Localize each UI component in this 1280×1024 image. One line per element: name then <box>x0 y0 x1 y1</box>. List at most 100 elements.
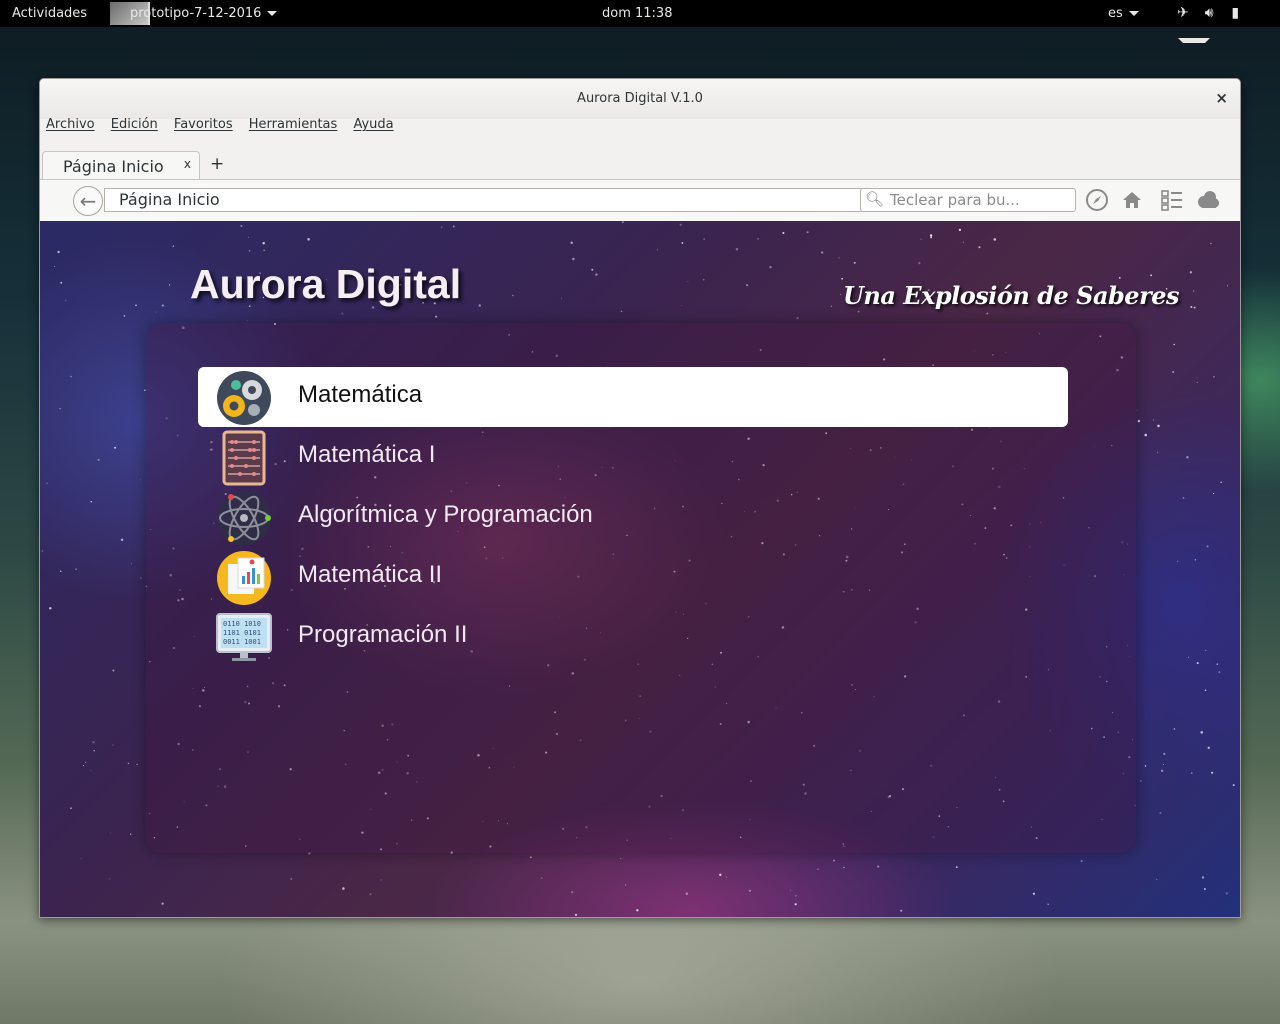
star <box>918 261 921 265</box>
star <box>1206 545 1209 548</box>
star <box>625 884 627 886</box>
star <box>843 866 845 869</box>
course-label: Matemática I <box>298 441 436 468</box>
clock[interactable]: dom 11:38 <box>602 0 672 27</box>
star <box>681 242 684 244</box>
star <box>541 877 543 879</box>
star <box>656 249 658 251</box>
menu-favoritos[interactable]: Favoritos <box>174 117 233 132</box>
star <box>1218 671 1221 674</box>
star <box>929 234 933 237</box>
star <box>135 304 137 307</box>
star <box>112 744 114 746</box>
star <box>1182 497 1185 499</box>
star <box>769 265 772 269</box>
star <box>127 762 130 765</box>
star <box>262 241 265 245</box>
star <box>1033 888 1035 890</box>
close-window-button[interactable]: × <box>1215 89 1228 107</box>
course-item-programacion-ii[interactable]: 0110 1010 1101 0101 0011 1001 Programaci… <box>198 607 1068 667</box>
star <box>620 858 622 860</box>
star <box>1216 663 1219 666</box>
star <box>920 238 922 241</box>
star <box>978 246 981 249</box>
star <box>1220 481 1222 483</box>
report-chart-icon <box>216 550 272 606</box>
atom-icon <box>216 490 272 546</box>
star <box>65 300 67 302</box>
menu-edicion[interactable]: Edición <box>111 117 158 132</box>
star <box>1187 656 1189 658</box>
course-item-matematica[interactable]: Matemática <box>198 367 1068 427</box>
star <box>1152 419 1155 421</box>
star <box>1157 451 1159 453</box>
star <box>1196 382 1198 383</box>
star <box>247 236 249 238</box>
star <box>1205 649 1207 651</box>
star <box>120 538 124 541</box>
chevron-down-icon <box>267 11 278 16</box>
star <box>60 281 63 284</box>
language-selector[interactable]: es <box>1108 0 1139 27</box>
course-item-matematica-ii[interactable]: Matemática II <box>198 547 1068 607</box>
star <box>342 887 345 890</box>
star <box>512 294 514 297</box>
star <box>620 310 623 313</box>
address-bar[interactable]: Página Inicio <box>104 188 864 212</box>
activities-button[interactable]: Actividades <box>12 0 87 27</box>
course-label: Matemática II <box>298 561 443 588</box>
star <box>93 750 95 752</box>
course-item-matematica-i[interactable]: Matemática I <box>198 427 1068 487</box>
star <box>1201 876 1205 879</box>
app-menu-label: prototipo-7-12-2016 <box>130 6 262 21</box>
star <box>1193 306 1196 309</box>
star <box>136 763 138 766</box>
list-icon[interactable] <box>1159 188 1185 214</box>
star <box>572 257 575 261</box>
search-input[interactable]: 🔍︎ Teclear para bu... <box>860 188 1076 212</box>
star <box>46 482 48 484</box>
star <box>958 228 962 232</box>
course-label: Matemática <box>298 381 423 408</box>
star <box>877 865 880 868</box>
star <box>817 868 819 870</box>
star <box>790 889 792 891</box>
menu-archivo[interactable]: Archivo <box>46 117 95 132</box>
gears-icon <box>216 370 272 426</box>
star <box>49 607 52 610</box>
star <box>90 770 92 772</box>
star <box>746 284 749 287</box>
star <box>838 257 840 259</box>
cloud-icon[interactable] <box>1195 188 1221 214</box>
menu-herramientas[interactable]: Herramientas <box>249 117 338 132</box>
star <box>109 832 111 834</box>
search-placeholder: Teclear para bu... <box>890 191 1020 209</box>
home-icon[interactable] <box>1119 188 1145 214</box>
star <box>1193 290 1195 292</box>
system-menu[interactable]: ✈ 🔊︎ ▮ <box>1172 0 1280 43</box>
star <box>529 856 532 859</box>
star <box>246 320 248 322</box>
star <box>900 909 903 912</box>
new-tab-button[interactable]: + <box>210 154 224 174</box>
tab-pagina-inicio[interactable]: Página Inicio x <box>42 151 200 180</box>
menu-ayuda[interactable]: Ayuda <box>353 117 393 132</box>
chevron-down-icon <box>1128 11 1139 16</box>
course-item-algoritmica-y-programacion[interactable]: Algorítmica y Programación <box>198 487 1068 547</box>
star <box>59 408 61 410</box>
compass-icon[interactable] <box>1084 188 1110 214</box>
top-bar: Actividades prototipo-7-12-2016 dom 11:3… <box>0 0 1280 43</box>
star <box>97 458 100 462</box>
star <box>839 293 842 296</box>
title-bar[interactable]: Aurora Digital V.1.0 × <box>40 79 1240 119</box>
star <box>955 866 958 868</box>
star <box>380 879 382 881</box>
star <box>726 876 728 878</box>
star <box>123 315 126 317</box>
star <box>290 878 293 880</box>
star <box>1194 559 1197 561</box>
close-tab-button[interactable]: x <box>184 157 191 171</box>
star <box>1080 860 1083 862</box>
star <box>1200 731 1203 734</box>
back-button[interactable]: ← <box>73 186 103 216</box>
